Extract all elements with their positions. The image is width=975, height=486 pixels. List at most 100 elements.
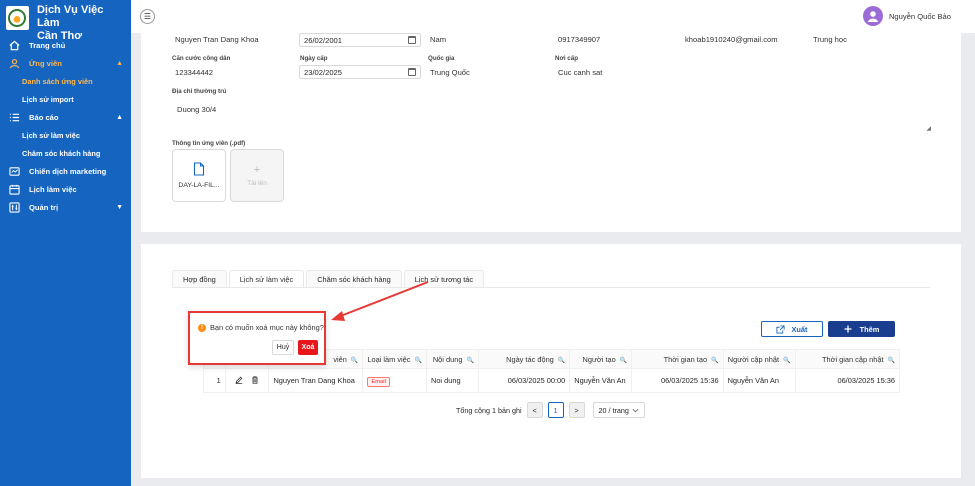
add-button[interactable]: Thêm	[828, 321, 895, 337]
sidebar-item-reports[interactable]: Báo cáo ▲	[0, 108, 131, 126]
pagination: Tổng cộng 1 bản ghi < 1 > 20 / trang	[456, 402, 645, 418]
col-action-date[interactable]: Ngày tác động 🔍	[477, 349, 571, 369]
home-icon	[8, 39, 20, 51]
topbar: ☰ Nguyễn Quốc Bảo	[131, 0, 975, 33]
id-label: Căn cước công dân	[172, 55, 231, 62]
phone-value: 0917349907	[558, 35, 601, 44]
sidebar-item-customer-care[interactable]: Chăm sóc khách hàng	[0, 144, 131, 162]
tab-work-history[interactable]: Lịch sử làm việc	[228, 270, 305, 287]
full-name-value: Nguyen Tran Dang Khoa	[175, 35, 259, 44]
brand-title: Dịch Vụ Việc Làm Cần Thơ	[36, 4, 104, 42]
row-updated-at: 06/03/2025 15:36	[794, 368, 901, 393]
chevron-up-icon: ▲	[116, 113, 123, 121]
row-creator: Nguyễn Văn An	[569, 368, 633, 393]
brand[interactable]: Dịch Vụ Việc Làm Cần Thơ	[0, 0, 131, 42]
sidebar-item-work-history[interactable]: Lịch sử làm việc	[0, 126, 131, 144]
sidebar-item-admin[interactable]: Quản trị ▼	[0, 198, 131, 216]
search-icon[interactable]: 🔍	[620, 358, 627, 364]
address-label: Địa chỉ thường trú	[172, 88, 227, 95]
row-created-at: 06/03/2025 15:36	[631, 368, 724, 393]
delete-confirm-popover: ! Bạn có muốn xoá mục này không? Huỷ Xoá	[188, 311, 326, 365]
candidate-profile-card: Nguyen Tran Dang Khoa 26/02/2001 Nam 091…	[141, 33, 961, 232]
search-icon[interactable]: 🔍	[888, 358, 895, 364]
cancel-button[interactable]: Huỷ	[272, 340, 294, 355]
tab-contract[interactable]: Hợp đồng	[172, 270, 227, 287]
search-icon[interactable]: 🔍	[711, 358, 718, 364]
search-icon[interactable]: 🔍	[558, 358, 565, 364]
resize-handle-icon[interactable]: ◢	[926, 125, 931, 132]
col-updater[interactable]: Người cập nhật 🔍	[722, 349, 796, 369]
plus-icon	[844, 325, 852, 333]
menu-toggle-button[interactable]: ☰	[140, 9, 155, 24]
education-value: Trung học	[813, 35, 847, 44]
calendar-icon	[8, 183, 20, 195]
row-updater: Nguyễn Văn An	[722, 368, 796, 393]
id-value: 123344442	[175, 68, 214, 77]
email-value: khoab1910240@gmail.com	[685, 35, 778, 44]
export-icon	[776, 324, 786, 334]
sidebar-item-candidate-list[interactable]: Danh sách ứng viên	[0, 72, 131, 90]
nationality-value: Trung Quốc	[430, 68, 470, 77]
type-tag: Email	[367, 377, 390, 387]
list-icon	[8, 111, 20, 123]
user-name: Nguyễn Quốc Bảo	[888, 11, 951, 21]
confirm-message: ! Bạn có muốn xoá mục này không?	[198, 323, 324, 332]
campaign-icon	[8, 165, 20, 177]
issue-place-value: Cuc canh sat	[558, 68, 603, 77]
pagination-total: Tổng cộng 1 bản ghi	[456, 405, 522, 415]
file-icon	[193, 162, 205, 176]
col-creator[interactable]: Người tạo 🔍	[569, 349, 633, 369]
user-menu[interactable]: Nguyễn Quốc Bảo	[862, 6, 951, 26]
tab-customer-care[interactable]: Chăm sóc khách hàng	[306, 270, 402, 287]
delete-icon[interactable]	[251, 375, 259, 386]
tab-bar: Hợp đồng Lịch sử làm việc Chăm sóc khách…	[172, 270, 486, 287]
chevron-up-icon: ▲	[116, 59, 123, 67]
calendar-icon	[408, 36, 416, 44]
col-created-at[interactable]: Thời gian tạo 🔍	[631, 349, 724, 369]
file-name: DAY-LA-FIL...	[178, 182, 220, 189]
sidebar-item-marketing[interactable]: Chiến dịch marketing	[0, 162, 131, 180]
col-updated-at[interactable]: Thời gian cập nhật 🔍	[794, 349, 901, 369]
upload-button[interactable]: + Tải lên	[230, 149, 284, 202]
confirm-delete-button[interactable]: Xoá	[298, 340, 318, 355]
calendar-icon	[408, 68, 416, 76]
tab-interaction-history[interactable]: Lịch sử tương tác	[403, 270, 485, 287]
upload-label: Tải lên	[247, 180, 267, 187]
row-actions	[224, 368, 270, 393]
warning-icon: !	[198, 323, 206, 332]
sidebar-item-import-history[interactable]: Lịch sử import	[0, 90, 131, 108]
nationality-label: Quốc gia	[428, 55, 455, 62]
pdf-file-card[interactable]: DAY-LA-FIL...	[172, 149, 226, 202]
row-type: Email	[362, 368, 427, 393]
search-icon[interactable]: 🔍	[783, 358, 790, 364]
admin-icon	[8, 201, 20, 213]
issue-date-field[interactable]: 23/02/2025	[299, 65, 421, 79]
search-icon[interactable]: 🔍	[466, 358, 473, 364]
prev-page-button[interactable]: <	[526, 402, 543, 418]
page-1-button[interactable]: 1	[547, 402, 564, 418]
col-type[interactable]: Loại làm việc 🔍	[362, 349, 427, 369]
edit-icon[interactable]	[235, 376, 243, 386]
row-content: Noi dung	[425, 368, 479, 393]
export-button[interactable]: Xuất	[761, 321, 823, 337]
logo	[6, 6, 29, 30]
search-icon[interactable]: 🔍	[415, 358, 422, 364]
row-index: 1	[203, 368, 226, 393]
issue-date-label: Ngày cấp	[300, 55, 328, 62]
next-page-button[interactable]: >	[568, 402, 585, 418]
table-row: 1 Nguyen Tran Dang Khoa Email Noi dung 0…	[203, 368, 901, 393]
page-size-select[interactable]: 20 / trang	[592, 402, 645, 418]
plus-icon: +	[253, 164, 261, 176]
issue-place-label: Nơi cấp	[555, 55, 578, 62]
avatar	[862, 6, 883, 26]
gender-value: Nam	[430, 35, 447, 44]
sidebar-item-schedule[interactable]: Lịch làm việc	[0, 180, 131, 198]
col-content[interactable]: Nội dung 🔍	[425, 349, 479, 369]
dob-field[interactable]: 26/02/2001	[299, 33, 421, 47]
sidebar-item-candidates[interactable]: Ứng viên ▲	[0, 54, 131, 72]
address-value[interactable]: Duong 30/4	[177, 105, 216, 114]
sidebar-menu: Trang chủ Ứng viên ▲ Danh sách ứng viên …	[0, 36, 131, 216]
search-icon[interactable]: 🔍	[351, 358, 358, 364]
row-name: Nguyen Tran Dang Khoa	[268, 368, 364, 393]
sidebar: Dịch Vụ Việc Làm Cần Thơ Trang chủ Ứng v…	[0, 0, 131, 486]
